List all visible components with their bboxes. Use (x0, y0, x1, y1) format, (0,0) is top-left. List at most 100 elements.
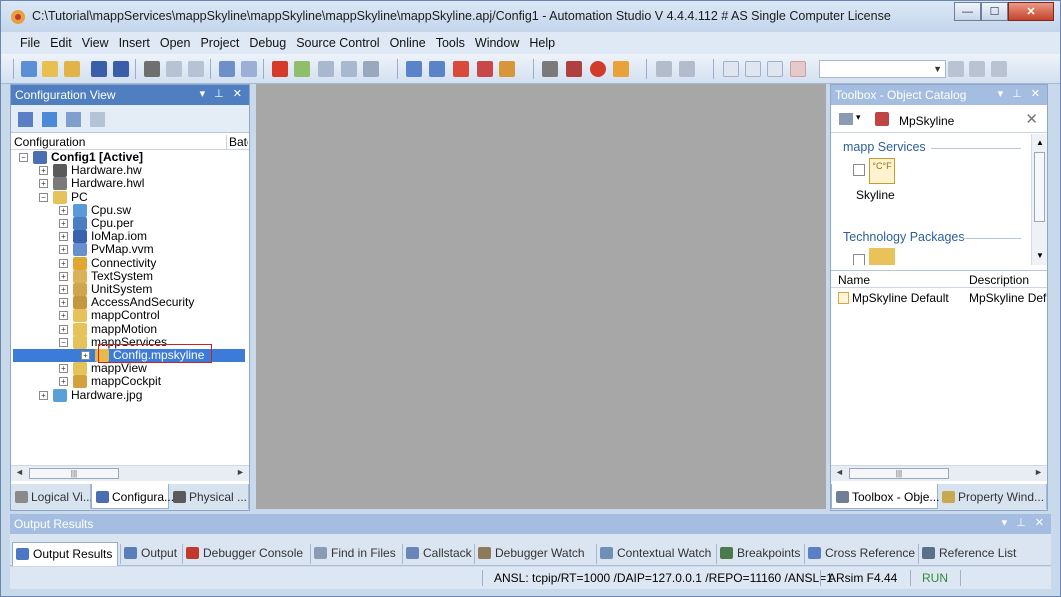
list-view-icon[interactable] (90, 112, 105, 127)
rebuild-icon[interactable] (429, 61, 445, 77)
expand-icon[interactable]: + (39, 179, 48, 188)
group-mapp-services[interactable]: mapp Services (843, 140, 926, 154)
panel-title-buttons[interactable]: ▾ ⊥ ✕ (200, 87, 245, 100)
expand-icon[interactable]: + (59, 325, 68, 334)
tab-logical-view[interactable]: Logical Vi... (11, 484, 93, 509)
chevron-down-icon[interactable]: ▾ (856, 112, 861, 123)
tree-item[interactable]: + mappCockpit (11, 375, 247, 388)
debug-continue-icon[interactable] (679, 61, 695, 77)
redo-icon[interactable] (241, 61, 257, 77)
column-configuration[interactable]: Configuration (14, 135, 85, 149)
expand-icon[interactable]: + (59, 298, 68, 307)
menu-source-control[interactable]: Source Control (291, 36, 384, 50)
expand-icon[interactable]: + (39, 166, 48, 175)
online-settings-icon[interactable] (566, 61, 582, 77)
item-skyline[interactable]: Skyline (856, 188, 895, 202)
column-batch[interactable]: Batch (226, 135, 248, 149)
tab-output-results[interactable]: Output Results (12, 542, 119, 566)
scroll-thumb[interactable] (1034, 152, 1045, 222)
expand-icon[interactable]: + (59, 272, 68, 281)
tab-cross-reference[interactable]: Cross Reference (804, 544, 920, 564)
details-view-icon[interactable] (66, 112, 81, 127)
bookmark-icon[interactable] (499, 61, 515, 77)
expand-icon[interactable]: + (59, 364, 68, 373)
settings-page-icon[interactable] (341, 61, 357, 77)
menu-insert[interactable]: Insert (114, 36, 155, 50)
panel-title-buttons[interactable]: ▾ ⊥ ✕ (1002, 516, 1047, 529)
scroll-down-icon[interactable]: ▼ (1036, 251, 1044, 260)
copy-icon[interactable] (166, 61, 182, 77)
filter-icon[interactable] (875, 112, 889, 126)
tab-breakpoints[interactable]: Breakpoints (716, 544, 805, 564)
search-input[interactable]: MpSkyline (899, 114, 954, 128)
tab-contextual-watch[interactable]: Contextual Watch (596, 544, 716, 564)
window-icon[interactable] (723, 61, 739, 77)
configuration-view-title[interactable]: Configuration View ▾ ⊥ ✕ (11, 85, 249, 105)
scroll-thumb[interactable]: ||| (849, 468, 949, 479)
expand-icon[interactable]: + (59, 219, 68, 228)
item-checkbox[interactable] (853, 254, 865, 265)
menu-window[interactable]: Window (470, 36, 524, 50)
scroll-thumb[interactable]: ||| (29, 468, 119, 479)
item-checkbox[interactable] (853, 164, 865, 176)
transfer-icon[interactable] (477, 61, 493, 77)
column-description[interactable]: Description (969, 273, 1029, 287)
menu-open[interactable]: Open (155, 36, 196, 50)
expand-icon[interactable]: + (59, 245, 68, 254)
menu-tools[interactable]: Tools (431, 36, 470, 50)
tab-debugger-console[interactable]: Debugger Console (182, 544, 308, 564)
mapp-package-icon[interactable] (869, 248, 895, 265)
expand-icon[interactable]: + (59, 232, 68, 241)
expand-icon[interactable]: + (39, 391, 48, 400)
tree-item[interactable]: + Hardware.hwl (11, 177, 247, 190)
expand-icon[interactable]: + (59, 377, 68, 386)
tab-physical-view[interactable]: Physical ... (169, 484, 249, 509)
editor-area[interactable] (256, 84, 826, 509)
catalog-vertical-scrollbar[interactable]: ▲ ▼ (1031, 134, 1047, 265)
find-previous-icon[interactable] (991, 61, 1007, 77)
save-all-icon[interactable] (113, 61, 129, 77)
tab-find-in-files[interactable]: Find in Files (310, 544, 401, 564)
expand-icon[interactable]: + (59, 285, 68, 294)
tab-configuration-view[interactable]: Configura... (91, 484, 174, 509)
toolbar-combo[interactable]: ▼ (819, 60, 946, 78)
expand-icon[interactable]: + (59, 311, 68, 320)
debug-step-icon[interactable] (656, 61, 672, 77)
refresh-icon[interactable] (294, 61, 310, 77)
title-bar[interactable]: C:\Tutorial\mappServices\mappSkyline\map… (1, 1, 1060, 32)
menu-edit[interactable]: Edit (45, 36, 77, 50)
undo-icon[interactable] (219, 61, 235, 77)
list-horizontal-scrollbar[interactable]: ◄ ||| ► (831, 465, 1047, 481)
tab-callstack[interactable]: Callstack (402, 544, 477, 564)
collapse-icon[interactable]: − (19, 153, 28, 162)
build-icon[interactable] (406, 61, 422, 77)
tab-property-window[interactable]: Property Wind... (938, 484, 1047, 509)
scroll-up-icon[interactable]: ▲ (1036, 138, 1044, 147)
delete-icon[interactable] (272, 61, 288, 77)
activate-configuration-icon[interactable] (18, 112, 33, 127)
expand-icon[interactable]: + (59, 206, 68, 215)
cut-icon[interactable] (144, 61, 160, 77)
open-file-icon[interactable] (64, 61, 80, 77)
close-button[interactable]: ✕ (1008, 2, 1054, 21)
menu-online[interactable]: Online (385, 36, 431, 50)
clear-search-icon[interactable]: ✕ (1025, 110, 1038, 128)
open-project-icon[interactable] (42, 61, 58, 77)
tab-toolbox[interactable]: Toolbox - Obje... (831, 484, 939, 509)
scroll-left-icon[interactable]: ◄ (15, 467, 24, 477)
tree-horizontal-scrollbar[interactable]: ◄ ||| ► (11, 465, 249, 481)
menu-debug[interactable]: Debug (244, 36, 291, 50)
tab-output[interactable]: Output (120, 544, 182, 564)
toolbar-grip[interactable] (13, 59, 14, 79)
minimize-button[interactable]: — (954, 2, 981, 21)
column-name[interactable]: Name (838, 273, 870, 287)
monitor-icon[interactable] (542, 61, 558, 77)
skyline-temperature-icon[interactable]: °C°F (869, 158, 895, 184)
new-project-icon[interactable] (21, 61, 37, 77)
categories-icon[interactable] (839, 113, 853, 125)
paste-icon[interactable] (188, 61, 204, 77)
find-icon[interactable] (948, 61, 964, 77)
collapse-icon[interactable]: − (59, 338, 68, 347)
maximize-button[interactable]: ☐ (981, 2, 1008, 21)
expand-icon[interactable]: + (81, 351, 90, 360)
